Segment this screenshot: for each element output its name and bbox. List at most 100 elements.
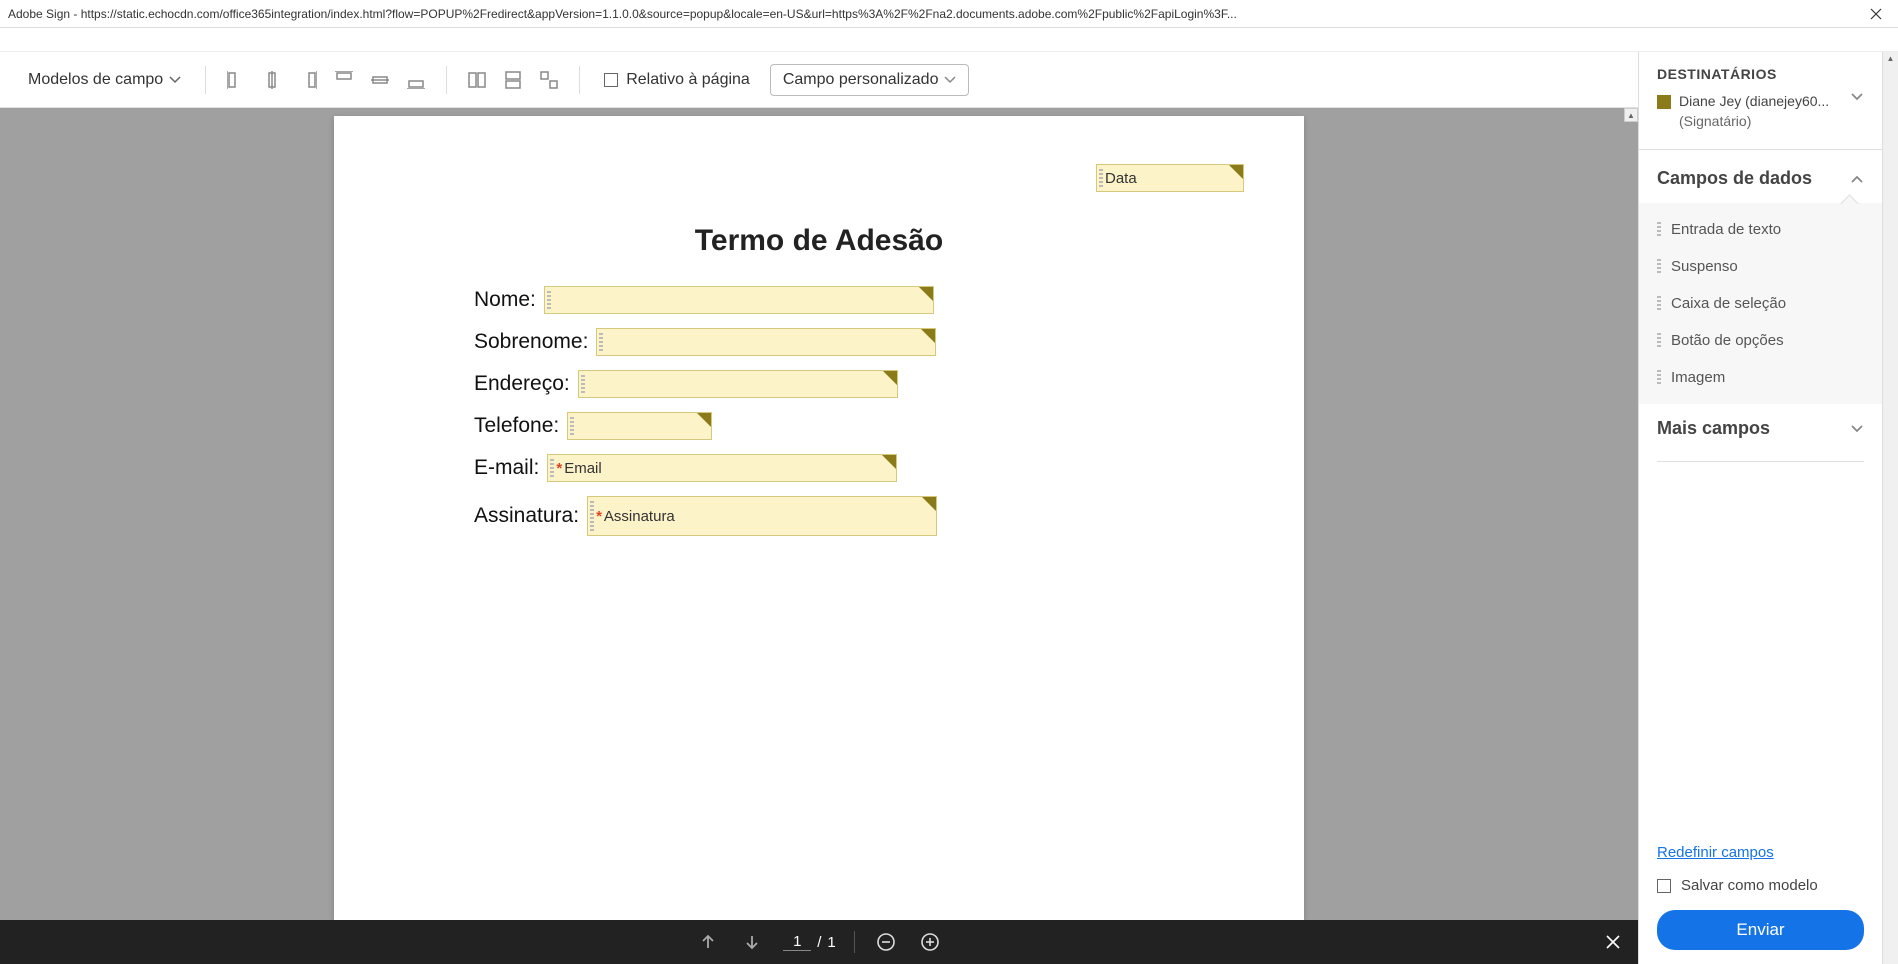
- field-corner-icon: [882, 455, 896, 469]
- chevron-down-icon: [1850, 424, 1864, 434]
- custom-field-dropdown[interactable]: Campo personalizado: [770, 64, 970, 96]
- email-label: E-mail:: [474, 456, 539, 480]
- nome-field[interactable]: [544, 286, 934, 314]
- toolbar-divider: [579, 66, 580, 94]
- drag-handle-icon: [590, 501, 594, 531]
- field-corner-icon: [922, 497, 936, 511]
- scroll-up-button[interactable]: ▲: [1624, 108, 1638, 122]
- toolbar-divider: [205, 66, 206, 94]
- field-type-image[interactable]: Imagem: [1639, 359, 1882, 396]
- data-fields-body: Entrada de texto Suspenso Caixa de seleç…: [1639, 203, 1882, 404]
- page-separator: /: [817, 934, 821, 951]
- align-middle-v-icon: [371, 71, 389, 89]
- form-row-assinatura: Assinatura: * Assinatura: [474, 496, 1164, 536]
- align-top-icon: [335, 71, 353, 89]
- email-field-text: Email: [564, 460, 602, 477]
- window-title: Adobe Sign - https://static.echocdn.com/…: [8, 7, 1862, 21]
- drag-handle-icon: [570, 417, 574, 435]
- drag-handle-icon: [1657, 333, 1661, 349]
- save-as-template-toggle[interactable]: Salvar como modelo: [1657, 877, 1864, 894]
- recipients-section: DESTINATÁRIOS Diane Jey (dianejey60... (…: [1639, 52, 1882, 145]
- window-close-button[interactable]: [1862, 3, 1890, 25]
- outer-scrollbar[interactable]: ▲: [1882, 52, 1898, 964]
- page-indicator: / 1: [783, 933, 836, 951]
- assinatura-field-text: Assinatura: [604, 508, 675, 525]
- field-type-label: Botão de opções: [1671, 332, 1784, 349]
- assinatura-field[interactable]: * Assinatura: [587, 496, 937, 536]
- field-type-checkbox[interactable]: Caixa de seleção: [1639, 285, 1882, 322]
- form-row-email: E-mail: * Email: [474, 454, 1164, 482]
- custom-field-label: Campo personalizado: [783, 71, 939, 89]
- close-icon: [1606, 935, 1620, 949]
- chevron-up-icon: [1850, 174, 1864, 184]
- zoom-in-button[interactable]: [917, 929, 943, 955]
- field-corner-icon: [1229, 165, 1243, 179]
- field-type-dropdown[interactable]: Suspenso: [1639, 248, 1882, 285]
- field-type-text[interactable]: Entrada de texto: [1639, 211, 1882, 248]
- more-fields-heading: Mais campos: [1657, 418, 1770, 439]
- relative-to-page-label: Relativo à página: [626, 71, 750, 89]
- more-fields-accordion[interactable]: Mais campos: [1639, 404, 1882, 453]
- endereco-label: Endereço:: [474, 372, 570, 396]
- reset-fields-link[interactable]: Redefinir campos: [1657, 844, 1774, 861]
- telefone-label: Telefone:: [474, 414, 559, 438]
- checkbox-icon: [604, 73, 618, 87]
- nome-label: Nome:: [474, 288, 536, 312]
- arrow-down-icon: [743, 933, 761, 951]
- pager-close-button[interactable]: [1606, 935, 1620, 949]
- field-corner-icon: [919, 287, 933, 301]
- prev-page-button[interactable]: [695, 929, 721, 955]
- zoom-in-icon: [920, 932, 940, 952]
- same-width-button[interactable]: [463, 66, 491, 94]
- date-field[interactable]: Data: [1096, 164, 1244, 192]
- form-row-sobrenome: Sobrenome:: [474, 328, 1164, 356]
- form-row-nome: Nome:: [474, 286, 1164, 314]
- checkbox-icon: [1657, 879, 1671, 893]
- zoom-out-icon: [876, 932, 896, 952]
- align-bottom-icon: [407, 71, 425, 89]
- telefone-field[interactable]: [567, 412, 712, 440]
- align-center-h-button[interactable]: [258, 66, 286, 94]
- align-center-h-icon: [263, 71, 281, 89]
- sobrenome-field[interactable]: [596, 328, 936, 356]
- align-right-icon: [299, 71, 317, 89]
- drag-handle-icon: [547, 291, 551, 309]
- drag-handle-icon: [1657, 296, 1661, 312]
- same-width-icon: [468, 71, 486, 89]
- align-top-button[interactable]: [330, 66, 358, 94]
- field-corner-icon: [921, 329, 935, 343]
- document-title: Termo de Adesão: [474, 224, 1164, 258]
- sidebar-divider: [1657, 461, 1864, 462]
- zoom-out-button[interactable]: [873, 929, 899, 955]
- email-field[interactable]: * Email: [547, 454, 897, 482]
- align-middle-v-button[interactable]: [366, 66, 394, 94]
- data-fields-accordion[interactable]: Campos de dados: [1639, 154, 1882, 203]
- next-page-button[interactable]: [739, 929, 765, 955]
- document-canvas[interactable]: ▲ Data Termo de Adesão Nome:: [0, 108, 1638, 920]
- relative-to-page-toggle[interactable]: Relativo à página: [604, 71, 750, 89]
- recipients-heading: DESTINATÁRIOS: [1657, 66, 1864, 82]
- chevron-down-icon: [169, 76, 181, 84]
- required-star-icon: *: [556, 460, 562, 477]
- recipient-name: Diane Jey (dianejey60...: [1679, 92, 1842, 112]
- send-button[interactable]: Enviar: [1657, 910, 1864, 950]
- recipient-item[interactable]: Diane Jey (dianejey60... (Signatário): [1657, 92, 1864, 131]
- same-height-button[interactable]: [499, 66, 527, 94]
- align-bottom-button[interactable]: [402, 66, 430, 94]
- align-right-button[interactable]: [294, 66, 322, 94]
- align-left-button[interactable]: [222, 66, 250, 94]
- field-type-label: Caixa de seleção: [1671, 295, 1786, 312]
- current-page-input[interactable]: [783, 933, 811, 951]
- field-templates-dropdown[interactable]: Modelos de campo: [20, 67, 189, 93]
- drag-handle-icon: [1099, 169, 1103, 187]
- pager-bar: / 1: [0, 920, 1638, 964]
- blank-strip: [0, 28, 1898, 52]
- recipient-color-swatch: [1657, 95, 1671, 109]
- drag-handle-icon: [599, 333, 603, 351]
- field-type-label: Imagem: [1671, 369, 1725, 386]
- endereco-field[interactable]: [578, 370, 898, 398]
- form-row-telefone: Telefone:: [474, 412, 1164, 440]
- field-type-radio[interactable]: Botão de opções: [1639, 322, 1882, 359]
- required-star-icon: *: [596, 508, 602, 525]
- same-size-button[interactable]: [535, 66, 563, 94]
